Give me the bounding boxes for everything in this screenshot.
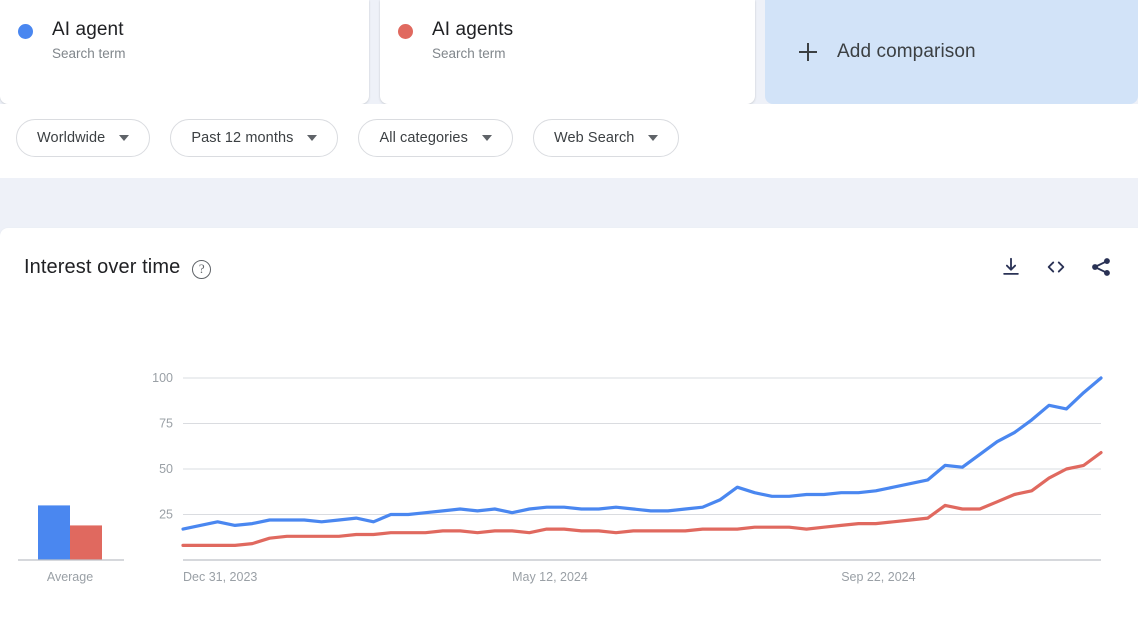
filter-location-label: Worldwide <box>37 130 106 146</box>
chart-y-axis-labels: 100 75 50 25 <box>152 371 173 522</box>
term-card-1-text: AI agent Search term <box>52 18 126 64</box>
background-band <box>0 178 1138 228</box>
add-comparison-button[interactable]: Add comparison <box>765 0 1138 104</box>
filter-search-type-label: Web Search <box>553 130 635 146</box>
term-card-2-text: AI agents Search term <box>432 18 513 64</box>
filter-bar: Worldwide Past 12 months All categories … <box>0 104 1138 178</box>
term-title: AI agent <box>52 19 124 40</box>
svg-text:Dec 31, 2023: Dec 31, 2023 <box>183 570 257 584</box>
svg-text:May 12, 2024: May 12, 2024 <box>512 570 588 584</box>
svg-text:Sep 22, 2024: Sep 22, 2024 <box>841 570 915 584</box>
legend-dot-red <box>398 24 413 39</box>
filter-time-dropdown[interactable]: Past 12 months <box>170 119 339 157</box>
svg-text:Average: Average <box>47 570 93 584</box>
filter-location-dropdown[interactable]: Worldwide <box>16 119 151 157</box>
chevron-down-icon <box>648 135 659 141</box>
term-subtitle: Search term <box>52 46 126 61</box>
legend-dot-blue <box>18 24 33 39</box>
add-comparison-label: Add comparison <box>837 41 976 62</box>
svg-text:50: 50 <box>159 462 173 476</box>
term-title: AI agents <box>432 19 514 40</box>
svg-text:100: 100 <box>152 371 173 385</box>
filter-category-dropdown[interactable]: All categories <box>358 119 513 157</box>
svg-text:75: 75 <box>159 417 173 431</box>
term-card-1[interactable]: AI agent Search term <box>0 0 369 104</box>
plus-icon <box>799 43 817 61</box>
filter-category-label: All categories <box>379 130 468 146</box>
trends-line-chart: 100 75 50 25 Average Dec 31, 2023 May 12, 20… <box>18 371 1103 584</box>
average-bars: Average <box>18 505 124 584</box>
svg-text:25: 25 <box>159 508 173 522</box>
comparison-terms-row: AI agent Search term AI agents Search te… <box>0 0 1138 104</box>
interest-over-time-card: Interest over time ? 100 75 50 25 Averag… <box>0 228 1138 637</box>
chart-x-axis-labels: Dec 31, 2023 May 12, 2024 Sep 22, 2024 <box>183 570 916 584</box>
chart-series-lines <box>181 376 1103 547</box>
chevron-down-icon <box>481 135 492 141</box>
term-card-2[interactable]: AI agents Search term <box>380 0 755 104</box>
chart-plot-area[interactable]: 100 75 50 25 Average Dec 31, 2023 May 12, 20… <box>0 228 1138 637</box>
chevron-down-icon <box>307 135 318 141</box>
term-subtitle: Search term <box>432 46 506 61</box>
filter-pill-group: Worldwide Past 12 months All categories … <box>0 104 1138 157</box>
chart-gridlines <box>183 377 1101 561</box>
filter-search-type-dropdown[interactable]: Web Search <box>532 119 680 157</box>
chevron-down-icon <box>119 135 130 141</box>
filter-time-label: Past 12 months <box>191 130 294 146</box>
trends-page: AI agent Search term AI agents Search te… <box>0 0 1138 637</box>
